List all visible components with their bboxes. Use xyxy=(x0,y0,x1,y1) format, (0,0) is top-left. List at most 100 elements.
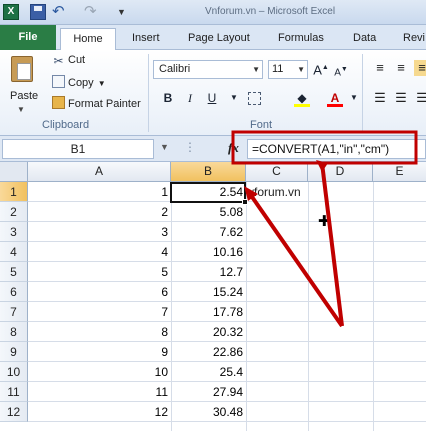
cell-a[interactable]: 2 xyxy=(28,202,171,222)
chevron-down-icon: ▼ xyxy=(297,65,305,74)
font-color-dropdown-icon[interactable]: ▼ xyxy=(346,90,362,106)
cell-c1[interactable]: vforum.vn xyxy=(248,182,301,202)
cell-b[interactable]: 15.24 xyxy=(171,282,246,302)
row-header[interactable]: 10 xyxy=(0,362,28,382)
tab-home[interactable]: Home xyxy=(60,28,116,50)
row-header[interactable]: 12 xyxy=(0,402,28,422)
group-divider xyxy=(148,54,149,132)
cell-a[interactable]: 6 xyxy=(28,282,171,302)
cell-a[interactable]: 9 xyxy=(28,342,171,362)
align-right-icon[interactable]: ☰ xyxy=(414,90,426,106)
borders-icon[interactable] xyxy=(248,92,261,105)
cell-b[interactable]: 30.48 xyxy=(171,402,246,422)
tab-data[interactable]: Data xyxy=(347,28,382,50)
grow-font-icon[interactable]: A▲ xyxy=(313,60,329,77)
column-headers: A B C D E xyxy=(0,162,426,182)
align-middle-icon[interactable]: ≡ xyxy=(393,60,409,76)
paste-button[interactable]: Paste xyxy=(10,90,38,102)
cell-a[interactable]: 1 xyxy=(28,182,171,202)
font-size-select[interactable]: 11 ▼ xyxy=(268,60,308,79)
column-header-d[interactable]: D xyxy=(308,162,373,181)
format-painter-label: Format Painter xyxy=(68,98,141,110)
align-bottom-icon[interactable]: ≡ xyxy=(414,60,426,76)
cell-a[interactable]: 5 xyxy=(28,262,171,282)
cell-b[interactable]: 22.86 xyxy=(171,342,246,362)
redo-icon[interactable]: ↷ xyxy=(84,4,100,20)
row-header[interactable]: 4 xyxy=(0,242,28,262)
align-center-icon[interactable]: ☰ xyxy=(393,90,409,106)
tab-page-layout[interactable]: Page Layout xyxy=(182,28,256,50)
cell-a[interactable]: 3 xyxy=(28,222,171,242)
clipboard-icon[interactable] xyxy=(11,56,33,82)
cell-a[interactable]: 4 xyxy=(28,242,171,262)
cut-label: Cut xyxy=(68,54,86,66)
format-painter-button[interactable]: Format Painter xyxy=(52,96,141,112)
copy-icon xyxy=(52,75,65,88)
cell-b[interactable]: 25.4 xyxy=(171,362,246,382)
cell-a[interactable]: 8 xyxy=(28,322,171,342)
copy-button[interactable]: Copy ▼ xyxy=(52,75,106,91)
tab-formulas[interactable]: Formulas xyxy=(272,28,330,50)
cell-b[interactable]: 5.08 xyxy=(171,202,246,222)
insert-function-icon[interactable]: fx xyxy=(228,140,239,156)
font-name-select[interactable]: Calibri ▼ xyxy=(153,60,263,79)
cut-button[interactable]: ✂ Cut xyxy=(52,52,85,68)
underline-dropdown-icon[interactable]: ▼ xyxy=(226,90,242,106)
column-header-b[interactable]: B xyxy=(171,162,246,181)
formula-bar-splitter[interactable]: ⋮ xyxy=(184,140,196,154)
save-icon[interactable] xyxy=(30,4,46,20)
column-header-c[interactable]: C xyxy=(246,162,308,181)
font-color-letter: A xyxy=(330,91,340,105)
italic-button[interactable]: I xyxy=(182,90,198,106)
cell-a[interactable]: 12 xyxy=(28,402,171,422)
cell-b[interactable]: 12.7 xyxy=(171,262,246,282)
undo-icon[interactable]: ↶ xyxy=(52,4,68,20)
cell-b[interactable]: 17.78 xyxy=(171,302,246,322)
fill-color-icon[interactable]: ◆ xyxy=(294,90,310,107)
tab-file[interactable]: File xyxy=(0,25,56,50)
tab-insert[interactable]: Insert xyxy=(126,28,166,50)
cell-b[interactable]: 20.32 xyxy=(171,322,246,342)
row-header[interactable]: 8 xyxy=(0,322,28,342)
cell-b[interactable]: 7.62 xyxy=(171,222,246,242)
font-size-value: 11 xyxy=(272,63,284,75)
fill-color-swatch xyxy=(294,104,310,107)
font-color-swatch xyxy=(327,104,343,107)
underline-button[interactable]: U xyxy=(204,90,220,106)
name-box[interactable]: B1 xyxy=(2,139,154,159)
paintbrush-icon xyxy=(52,96,65,109)
cell-b[interactable]: 10.16 xyxy=(171,242,246,262)
cell-b[interactable]: 27.94 xyxy=(171,382,246,402)
column-header-e[interactable]: E xyxy=(373,162,426,181)
bold-button[interactable]: B xyxy=(160,90,176,106)
tab-review[interactable]: Revi xyxy=(397,28,426,50)
paste-dropdown-icon[interactable]: ▼ xyxy=(17,105,25,114)
font-group-label: Font xyxy=(250,119,273,131)
formula-input[interactable]: =CONVERT(A1,"in","cm") xyxy=(247,139,426,159)
font-name-value: Calibri xyxy=(159,63,191,75)
clipboard-group-label: Clipboard xyxy=(42,119,90,131)
row-header[interactable]: 7 xyxy=(0,302,28,322)
customize-quick-access-icon[interactable]: ▼ xyxy=(117,4,133,20)
row-header[interactable]: 1 xyxy=(0,182,28,202)
excel-logo-icon[interactable]: X xyxy=(3,4,19,20)
cell-a[interactable]: 10 xyxy=(28,362,171,382)
row-header[interactable]: 11 xyxy=(0,382,28,402)
row-header[interactable]: 9 xyxy=(0,342,28,362)
font-color-icon[interactable]: A xyxy=(327,90,343,107)
select-all-corner[interactable] xyxy=(0,162,28,182)
align-top-icon[interactable]: ≡ xyxy=(372,60,388,76)
row-header[interactable]: 5 xyxy=(0,262,28,282)
row-header[interactable]: 3 xyxy=(0,222,28,242)
row-header[interactable]: 2 xyxy=(0,202,28,222)
gridline xyxy=(373,182,374,431)
align-left-icon[interactable]: ☰ xyxy=(372,90,388,106)
window-title: Vnforum.vn – Microsoft Excel xyxy=(205,6,336,17)
cell-a[interactable]: 7 xyxy=(28,302,171,322)
column-header-a[interactable]: A xyxy=(28,162,171,181)
row-header[interactable]: 6 xyxy=(0,282,28,302)
name-box-dropdown-icon[interactable]: ▼ xyxy=(160,142,169,152)
formula-bar: B1 ▼ ⋮ fx =CONVERT(A1,"in","cm") xyxy=(0,136,426,162)
cell-a[interactable]: 11 xyxy=(28,382,171,402)
shrink-font-icon[interactable]: A▼ xyxy=(333,62,349,78)
